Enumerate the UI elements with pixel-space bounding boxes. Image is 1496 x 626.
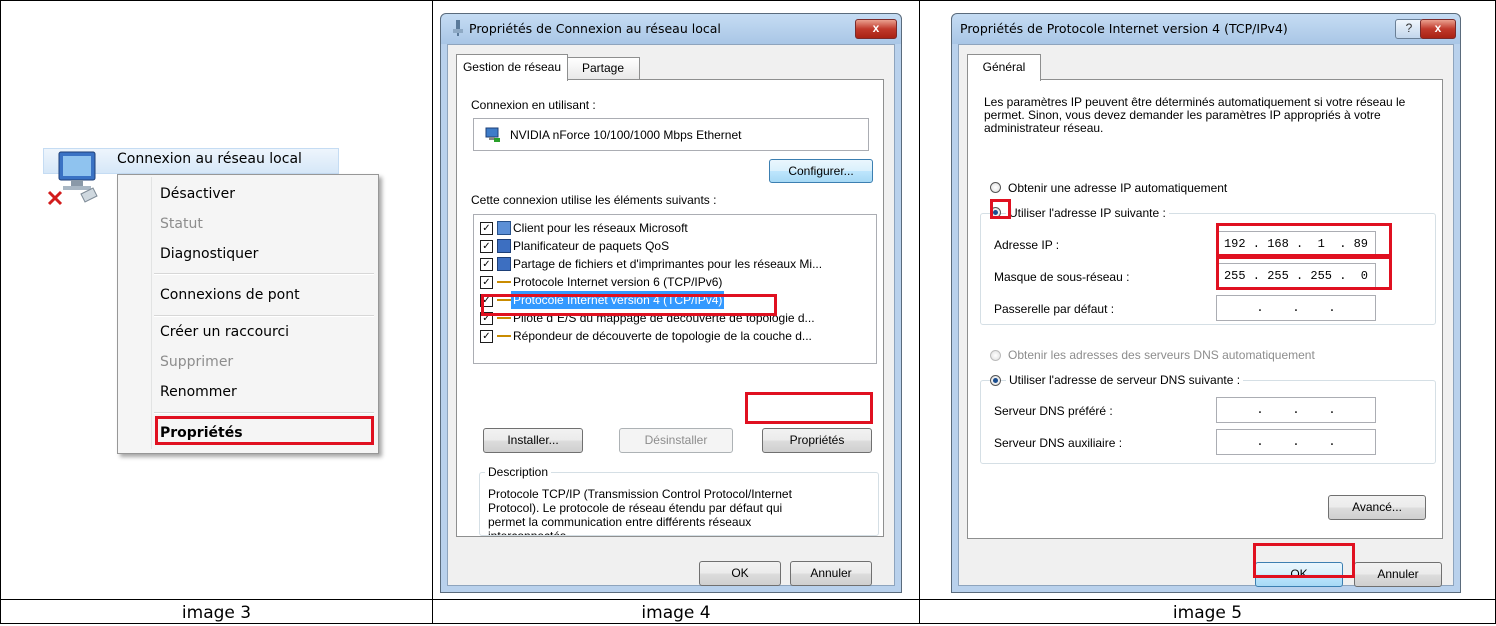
- list-item[interactable]: ✓ Partage de fichiers et d'imprimantes po…: [480, 255, 872, 273]
- tab-pane: Les paramètres IP peuvent être déterminé…: [967, 79, 1443, 539]
- ip-address-label: Adresse IP :: [994, 238, 1060, 252]
- close-button[interactable]: x: [1420, 19, 1456, 39]
- caption-image-3: image 3: [0, 599, 433, 624]
- description-group: Protocole TCP/IP (Transmission Control P…: [479, 472, 879, 536]
- configure-button[interactable]: Configurer...: [769, 159, 873, 183]
- network-client-icon: [497, 221, 511, 235]
- connection-label[interactable]: Connexion au réseau local: [117, 151, 302, 167]
- dialog-title: Propriétés de Connexion au réseau local: [469, 21, 721, 36]
- adapter-field: NVIDIA nForce 10/100/1000 Mbps Ethernet: [473, 118, 869, 151]
- list-item-label: Client pour les réseaux Microsoft: [513, 221, 688, 235]
- checkbox[interactable]: ✓: [480, 258, 493, 271]
- cancel-button[interactable]: Annuler: [790, 561, 872, 586]
- file-share-icon: [497, 257, 511, 271]
- help-button[interactable]: ?: [1395, 19, 1423, 39]
- dns2-input[interactable]: . . .: [1216, 429, 1376, 455]
- tab-general[interactable]: Général: [967, 54, 1041, 81]
- highlight-subnet-mask: [1216, 256, 1392, 290]
- gateway-label: Passerelle par défaut :: [994, 302, 1115, 316]
- connect-using-label: Connexion en utilisant :: [471, 98, 596, 112]
- menu-item-shortcut[interactable]: Créer un raccourci: [118, 320, 378, 344]
- adapter-icon: [485, 127, 500, 142]
- highlight-manual-ip-radio: [990, 199, 1011, 219]
- radio-auto-ip[interactable]: [990, 182, 1001, 193]
- properties-button[interactable]: Propriétés: [762, 428, 872, 453]
- highlight-properties-menu: [155, 416, 374, 445]
- help-icon: ?: [1405, 21, 1413, 35]
- menu-item-bridge[interactable]: Connexions de pont: [118, 283, 378, 307]
- window-icon: [453, 20, 463, 36]
- close-button[interactable]: x: [855, 19, 897, 39]
- highlight-ipv4-item: [481, 294, 777, 316]
- close-icon: x: [1434, 21, 1442, 35]
- dialog-title: Propriétés de Protocole Internet version…: [960, 21, 1288, 36]
- menu-item-diagnose[interactable]: Diagnostiquer: [118, 242, 378, 266]
- radio-manual-dns[interactable]: [990, 375, 1001, 386]
- items-label: Cette connexion utilise les éléments sui…: [471, 193, 717, 207]
- auto-dns-label[interactable]: Obtenir les adresses des serveurs DNS au…: [1008, 348, 1315, 362]
- dns1-label: Serveur DNS préféré :: [994, 404, 1113, 418]
- qos-icon: [497, 239, 511, 253]
- menu-separator: [154, 273, 374, 275]
- caption-image-4: image 4: [432, 599, 920, 624]
- checkbox[interactable]: ✓: [480, 330, 493, 343]
- gateway-input[interactable]: . . .: [1216, 295, 1376, 321]
- menu-item-rename[interactable]: Renommer: [118, 380, 378, 404]
- list-item[interactable]: ✓ Client pour les réseaux Microsoft: [480, 219, 872, 237]
- description-label: Description: [485, 465, 552, 479]
- advanced-button[interactable]: Avancé...: [1328, 495, 1426, 520]
- list-item-label: Protocole Internet version 6 (TCP/IPv6): [513, 275, 723, 289]
- components-list[interactable]: ✓ Client pour les réseaux Microsoft ✓ Plan…: [473, 214, 877, 364]
- cancel-button[interactable]: Annuler: [1354, 562, 1442, 587]
- radio-auto-dns[interactable]: [990, 350, 1001, 361]
- highlight-ok-button: [1253, 543, 1355, 578]
- ok-button[interactable]: OK: [699, 561, 781, 586]
- ipv4-properties-dialog: Propriétés de Protocole Internet version…: [951, 13, 1461, 593]
- subnet-mask-label: Masque de sous-réseau :: [994, 270, 1130, 284]
- list-item-label: Partage de fichiers et d'imprimantes pou…: [513, 257, 823, 271]
- highlight-ip-address: [1216, 223, 1392, 257]
- adapter-name: NVIDIA nForce 10/100/1000 Mbps Ethernet: [510, 128, 742, 142]
- manual-ip-label[interactable]: Utiliser l'adresse IP suivante :: [1006, 206, 1169, 220]
- highlight-properties-button: [745, 392, 873, 424]
- network-adapter-icon: [45, 150, 101, 210]
- menu-item-disable[interactable]: Désactiver: [118, 182, 378, 206]
- install-button[interactable]: Installer...: [483, 428, 583, 453]
- dialog-body: Général Les paramètres IP peuvent être d…: [958, 44, 1454, 587]
- list-item[interactable]: ✓ Répondeur de découverte de topologie de…: [480, 327, 872, 345]
- dns2-label: Serveur DNS auxiliaire :: [994, 436, 1123, 450]
- protocol-icon: [497, 335, 511, 337]
- list-item[interactable]: ✓ Planificateur de paquets QoS: [480, 237, 872, 255]
- menu-item-status[interactable]: Statut: [118, 212, 378, 236]
- caption-image-5: image 5: [919, 599, 1496, 624]
- auto-ip-label[interactable]: Obtenir une adresse IP automatiquement: [1008, 181, 1227, 195]
- menu-item-delete[interactable]: Supprimer: [118, 350, 378, 374]
- tab-gestion-reseau[interactable]: Gestion de réseau: [456, 54, 568, 81]
- dns1-input[interactable]: . . .: [1216, 397, 1376, 423]
- context-menu: Désactiver Statut Diagnostiquer Connexio…: [117, 174, 379, 454]
- manual-dns-label[interactable]: Utiliser l'adresse de serveur DNS suivan…: [1006, 373, 1244, 387]
- menu-separator: [154, 412, 374, 414]
- uninstall-button[interactable]: Désinstaller: [619, 428, 733, 453]
- tab-partage[interactable]: Partage: [566, 57, 640, 80]
- checkbox[interactable]: ✓: [480, 240, 493, 253]
- checkbox[interactable]: ✓: [480, 276, 493, 289]
- protocol-icon: [497, 317, 511, 319]
- checkbox[interactable]: ✓: [480, 222, 493, 235]
- menu-separator: [154, 315, 374, 317]
- list-item-label: Répondeur de découverte de topologie de …: [513, 329, 812, 343]
- description-text: Protocole TCP/IP (Transmission Control P…: [488, 487, 792, 536]
- protocol-icon: [497, 281, 511, 283]
- list-item-label: Planificateur de paquets QoS: [513, 239, 670, 253]
- list-item[interactable]: ✓ Protocole Internet version 6 (TCP/IPv6): [480, 273, 872, 291]
- intro-text: Les paramètres IP peuvent être déterminé…: [984, 95, 1406, 135]
- close-icon: x: [872, 21, 880, 35]
